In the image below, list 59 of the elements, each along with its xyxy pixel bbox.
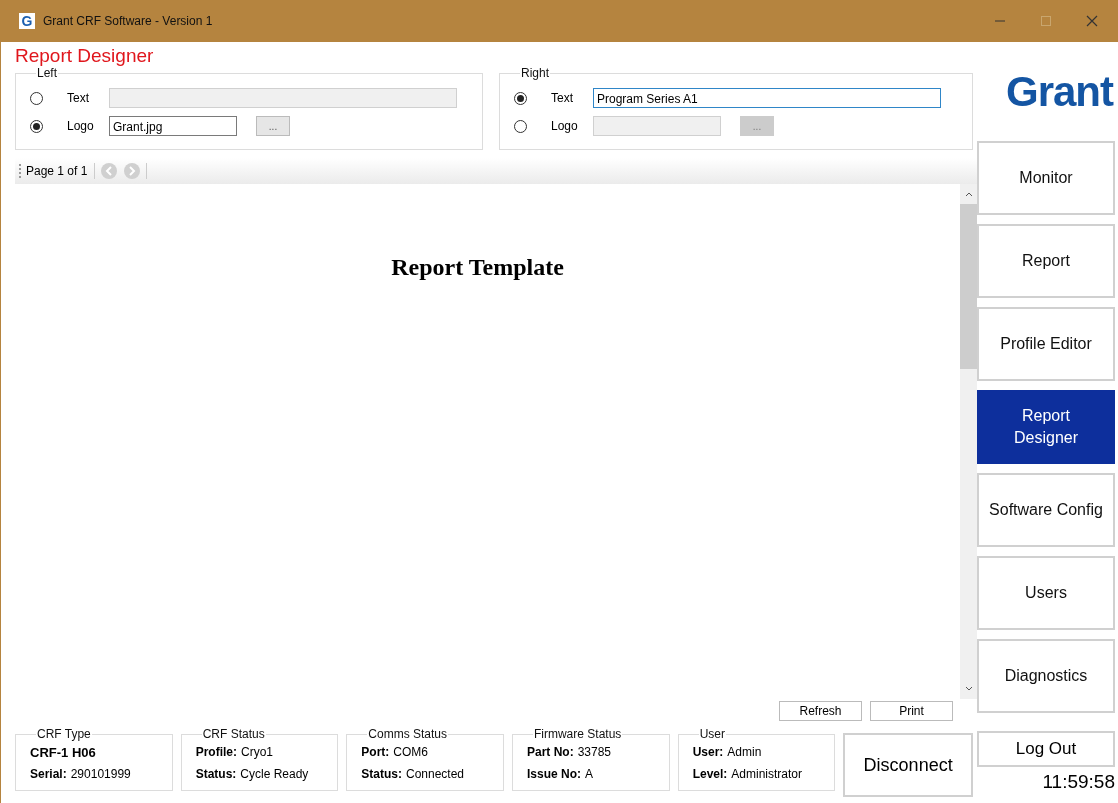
status-value: Cryo1 (241, 745, 273, 759)
nav-button[interactable]: Diagnostics (977, 639, 1115, 713)
group-legend: Comms Status (367, 727, 448, 741)
group-legend: CRF Type (36, 727, 92, 741)
scroll-up-icon[interactable] (963, 190, 974, 198)
action-button[interactable]: Refresh (779, 701, 862, 721)
status-value: Cycle Ready (240, 767, 309, 781)
option-label: Logo (67, 119, 95, 133)
model-name: CRF-1 H06 (30, 745, 97, 762)
nav-button[interactable]: Software Config (977, 473, 1115, 547)
status-label: Level: (692, 767, 728, 781)
nav-button[interactable]: Report Designer (977, 390, 1115, 464)
window-title: Grant CRF Software - Version 1 (43, 14, 213, 28)
status-value: Admin (727, 745, 762, 759)
status-value: 290101999 (70, 767, 131, 781)
radio-button[interactable] (514, 91, 527, 105)
status-value: A (585, 767, 593, 781)
report-title: Report Template (391, 254, 565, 281)
radio-button[interactable] (514, 119, 527, 133)
nav-button[interactable]: Profile Editor (977, 307, 1115, 381)
clock: 11:59:58 (1041, 771, 1115, 793)
group-legend: Right (520, 66, 551, 80)
scroll-down-icon[interactable] (963, 685, 974, 693)
input-field[interactable]: Program Series A1 (593, 88, 941, 108)
option-label: Logo (551, 119, 579, 133)
app-logo-icon: G (19, 13, 35, 29)
group-legend: CRF Status (201, 727, 266, 741)
action-button[interactable]: Print (870, 701, 953, 721)
option-label: Text (67, 91, 90, 105)
status-value: Connected (406, 767, 465, 781)
status-label: Port: (361, 745, 390, 759)
status-value: 33785 (577, 745, 611, 759)
status-label: Status: (361, 767, 402, 781)
vertical-scrollbar[interactable] (960, 184, 977, 699)
status-label: Serial: (30, 767, 67, 781)
status-label: Part No: (526, 745, 574, 759)
status-label: Status: (195, 767, 237, 781)
group-legend: Left (36, 66, 58, 80)
disconnect-button[interactable]: Disconnect (843, 733, 973, 797)
log-out-button[interactable]: Log Out (977, 731, 1115, 767)
status-label: Issue No: (526, 767, 581, 781)
status-label: User: (692, 745, 724, 759)
close-icon[interactable] (1086, 15, 1098, 27)
nav-button[interactable]: Users (977, 556, 1115, 630)
brand-logo: Grant (1005, 67, 1115, 117)
input-field[interactable]: Grant.jpg (109, 116, 237, 136)
browse-button[interactable]: ... (256, 116, 290, 136)
group-legend: Firmware Status (532, 727, 623, 741)
status-value: COM6 (393, 745, 428, 759)
nav-button[interactable]: Monitor (977, 141, 1115, 215)
option-label: Text (551, 91, 575, 105)
page-title: Report Designer (15, 44, 155, 66)
page-indicator: Page 1 of 1 (26, 164, 88, 178)
status-label: Profile: (195, 745, 237, 759)
group-legend: User (698, 727, 726, 741)
status-value: Administrator (731, 767, 802, 781)
radio-button[interactable] (30, 119, 43, 133)
nav-button[interactable]: Report (977, 224, 1115, 298)
radio-button[interactable] (30, 91, 43, 105)
